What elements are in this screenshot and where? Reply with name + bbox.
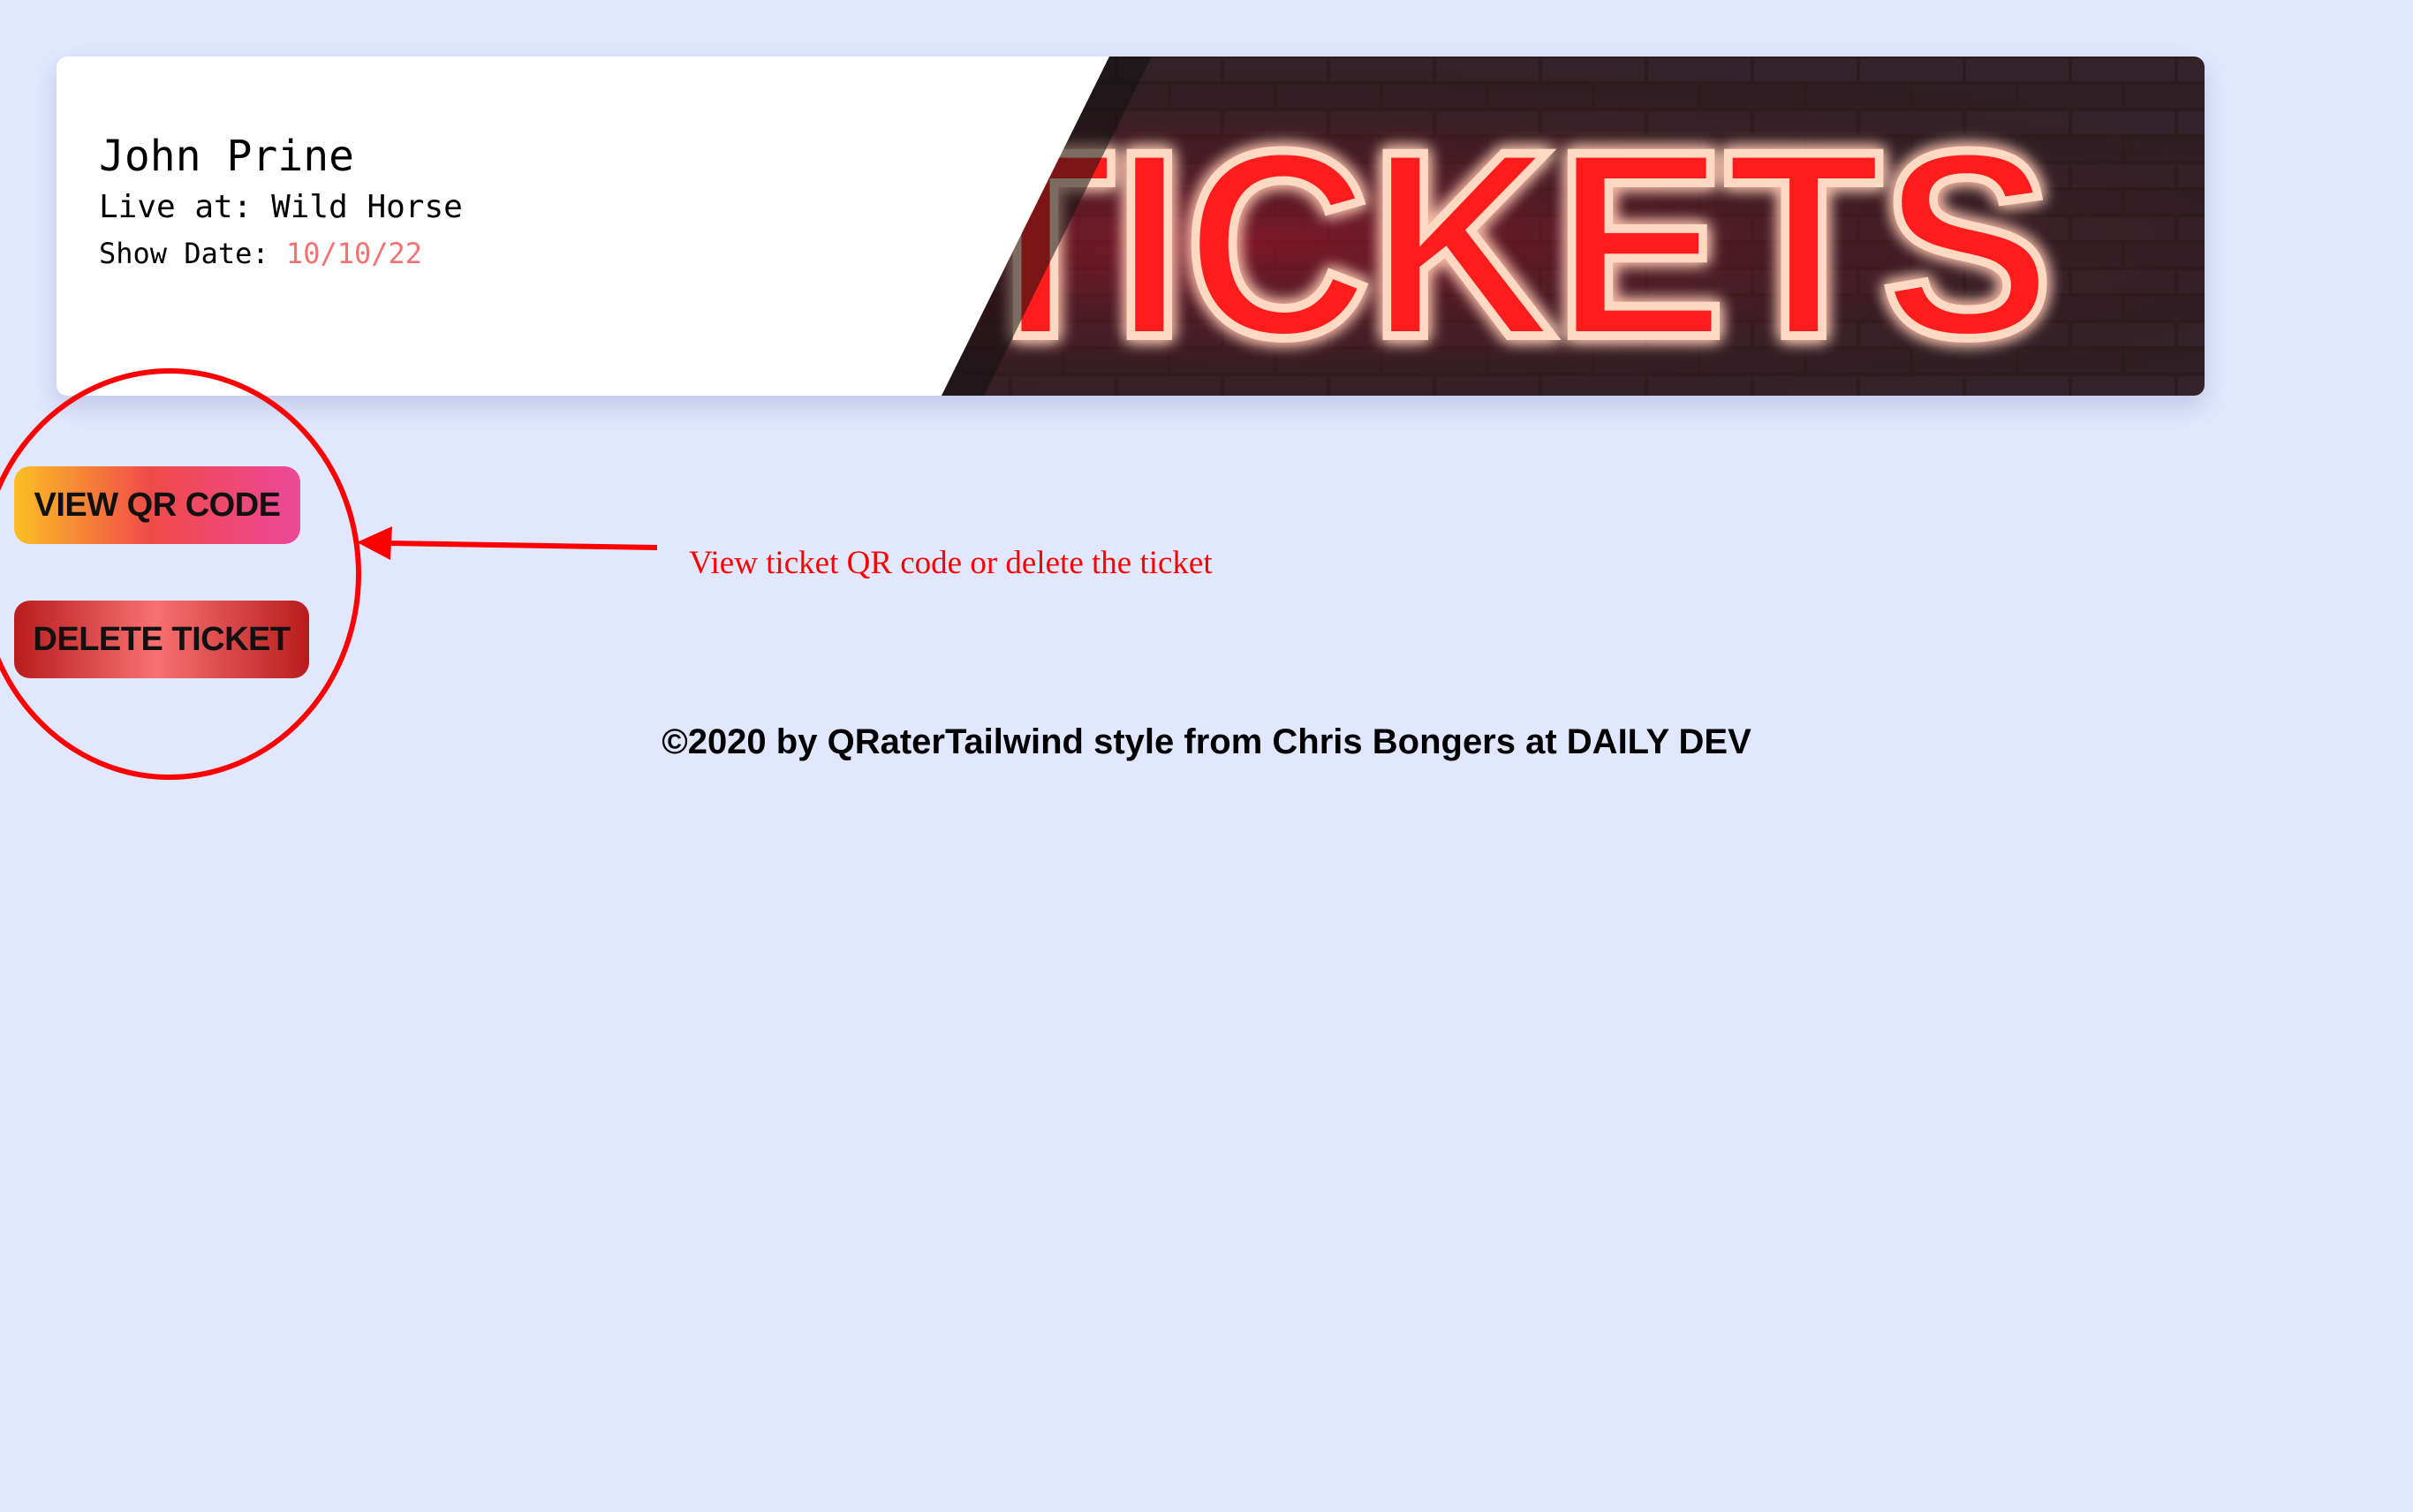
annotation-arrow-head — [357, 526, 392, 560]
delete-ticket-button[interactable]: DELETE TICKET — [14, 601, 309, 678]
annotation-arrow-line — [386, 541, 658, 550]
view-qr-code-button[interactable]: VIEW QR CODE — [14, 466, 300, 544]
ticket-card: John Prine Live at: Wild Horse Show Date… — [57, 57, 2205, 396]
footer-credit: ©2020 by QRaterTailwind style from Chris… — [662, 722, 1751, 761]
annotation-label: View ticket QR code or delete the ticket — [689, 545, 1213, 581]
banner-neon-text: TICKETS — [957, 95, 2053, 392]
tickets-neon-banner: TICKETS — [942, 57, 2205, 396]
annotation-circle — [0, 368, 361, 780]
